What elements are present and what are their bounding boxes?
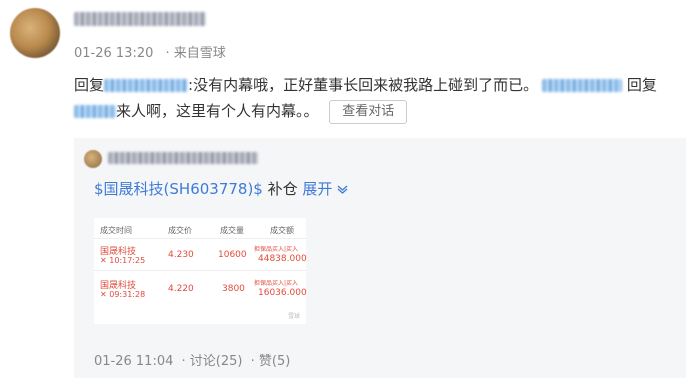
stock-link[interactable]: $国晟科技(SH603778)$: [94, 180, 263, 198]
username-redacted[interactable]: [74, 12, 206, 26]
row1-time: ✕ 10:17:25: [100, 256, 146, 265]
chevron-down-icon: [332, 180, 348, 198]
reply-text-2: 回复: [626, 76, 657, 94]
row2-amount: 16036.000: [258, 288, 307, 298]
expand-link[interactable]: 展开: [302, 180, 348, 198]
row1-volume: 10600: [218, 250, 247, 260]
quoted-username-redacted[interactable]: [108, 152, 258, 164]
row-divider: [94, 270, 306, 271]
header-volume: 成交量: [220, 226, 244, 235]
row1-amount: 44838.000: [258, 254, 307, 264]
mention-redacted[interactable]: [542, 79, 623, 92]
likes-link[interactable]: · 赞(5): [251, 354, 291, 369]
mention-redacted[interactable]: [74, 105, 116, 118]
comments-link[interactable]: · 讨论(25): [182, 354, 243, 369]
row2-time: ✕ 09:31:28: [100, 290, 146, 299]
post-source: · 来自雪球: [165, 46, 226, 61]
header-time: 成交时间: [100, 226, 132, 235]
header-price: 成交价: [168, 226, 192, 235]
view-conversation-button[interactable]: 查看对话: [329, 99, 408, 124]
watermark: 雪球: [287, 313, 300, 320]
quoted-avatar[interactable]: [84, 150, 102, 168]
reply-prefix: 回复: [74, 76, 105, 94]
row2-price: 4.220: [168, 284, 194, 294]
trade-screenshot[interactable]: 成交时间 成交价 成交量 成交额 国晟科技 ✕ 10:17:25 4.230 1…: [94, 218, 307, 324]
trade-table-header: 成交时间 成交价 成交量 成交额: [94, 218, 306, 239]
quoted-text: $国晟科技(SH603778)$ 补仓 展开: [94, 178, 348, 200]
post-content: 回复 :没有内幕哦，正好董事长回来被我路上碰到了而已。 回复 来人啊，这里有个人有…: [74, 72, 684, 124]
row1-note: 担保品买入|买入: [254, 246, 299, 253]
row2-note: 担保品买入|买入: [254, 280, 299, 287]
row2-volume: 3800: [222, 284, 245, 294]
quoted-post[interactable]: $国晟科技(SH603778)$ 补仓 展开 成交时间 成交价 成交量 成交额 …: [74, 138, 686, 378]
expand-label: 展开: [302, 180, 333, 198]
post-time: 01-26 13:20: [74, 46, 154, 61]
quoted-time: 01-26 11:04: [94, 354, 174, 369]
reply-text-1: :没有内幕哦，正好董事长回来被我路上碰到了而已。: [188, 76, 539, 94]
avatar[interactable]: [10, 8, 60, 58]
reply-text-3: 来人啊，这里有个人有内幕。。: [116, 102, 319, 120]
quoted-action: 补仓: [262, 180, 303, 198]
mention-redacted[interactable]: [104, 79, 189, 92]
header-amount: 成交额: [270, 226, 294, 235]
post-meta: 01-26 13:20 · 来自雪球: [74, 42, 226, 61]
row1-price: 4.230: [168, 250, 194, 260]
quoted-footer: 01-26 11:04 · 讨论(25) · 赞(5): [94, 350, 294, 369]
